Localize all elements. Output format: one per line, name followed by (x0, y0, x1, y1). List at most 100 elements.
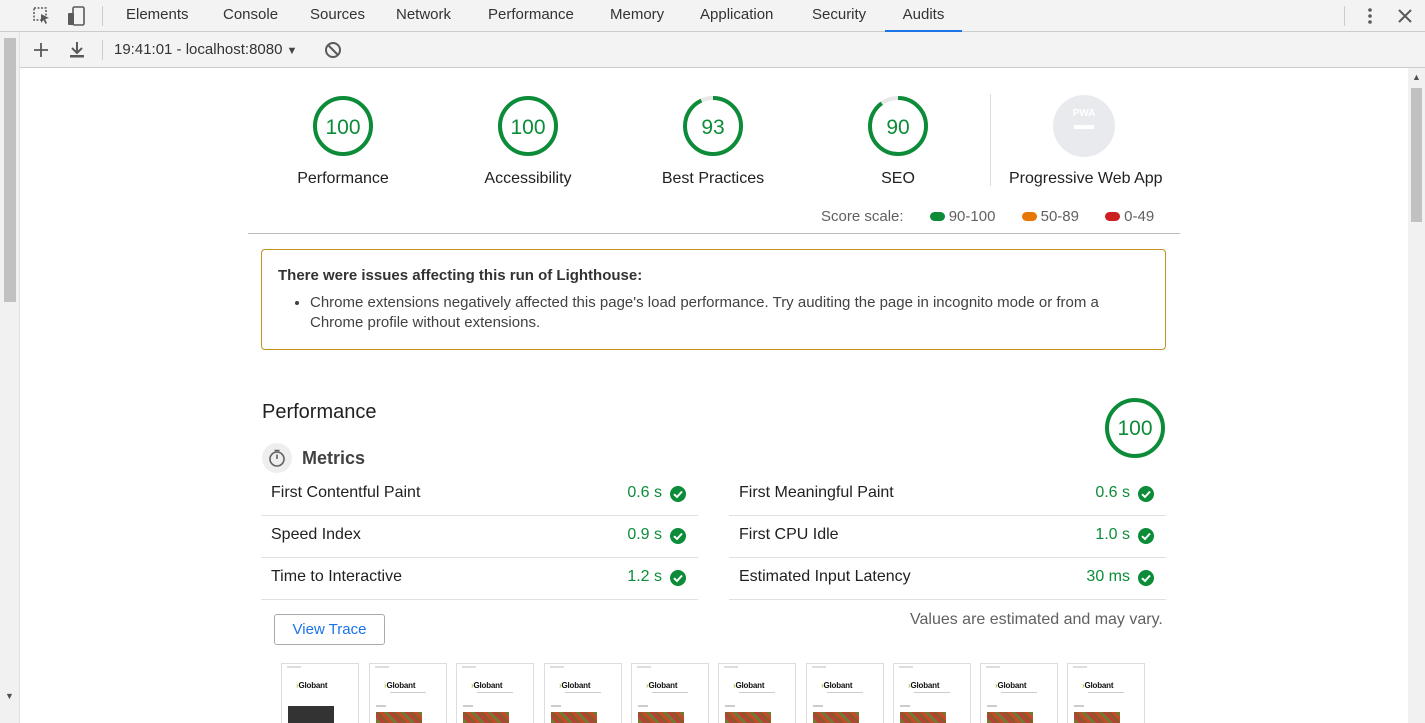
tab-application[interactable]: Application (690, 0, 783, 32)
pwa-divider (990, 94, 991, 186)
metric-value: 1.2 s (627, 568, 662, 585)
filmstrip-frame: ›Globant (806, 663, 884, 723)
lighthouse-report: 100 Performance 100 Accessibility 93 Bes… (21, 68, 1408, 723)
globant-logo: ›Globant (908, 681, 940, 690)
filmstrip-frame: ›Globant (369, 663, 447, 723)
metric-value: 0.6 s (627, 484, 662, 501)
gauge-label: Progressive Web App (1009, 170, 1163, 187)
tab-network[interactable]: Network (386, 0, 461, 32)
filmstrip-frame: ›Globant (718, 663, 796, 723)
gauge-pwa[interactable]: PWA Progressive Web App (1009, 94, 1163, 188)
report-selector[interactable]: 19:41:01 - localhost:8080 ▼ (114, 41, 297, 58)
toolbar-divider (1344, 6, 1345, 26)
gauge-best-practices[interactable]: 93 Best Practices (648, 94, 778, 188)
metric-value: 0.6 s (1095, 484, 1130, 501)
gauge-score: 100 (510, 116, 545, 139)
more-options-icon[interactable] (1360, 6, 1380, 26)
metric-row: Estimated Input Latency 30 ms (729, 558, 1166, 600)
pass-check-icon (670, 528, 686, 544)
report-scrollbar[interactable]: ▲ (1408, 68, 1425, 723)
metric-name: First CPU Idle (739, 526, 839, 543)
tab-memory[interactable]: Memory (600, 0, 674, 32)
close-icon[interactable] (1395, 6, 1415, 26)
toolbar-divider (102, 40, 103, 60)
tab-performance[interactable]: Performance (478, 0, 584, 32)
toolbar-divider (102, 6, 103, 26)
metric-name: First Meaningful Paint (739, 484, 894, 501)
estimate-note: Values are estimated and may vary. (910, 611, 1163, 628)
clear-all-icon[interactable] (323, 40, 343, 60)
performance-score-gauge: 100 (1105, 398, 1165, 458)
globant-logo: ›Globant (559, 681, 591, 690)
header-divider (248, 233, 1180, 234)
globant-logo: ›Globant (471, 681, 503, 690)
filmstrip-frame: ›Globant (980, 663, 1058, 723)
metric-row: First Meaningful Paint 0.6 s (729, 474, 1166, 516)
pass-check-icon (1138, 528, 1154, 544)
gauge-label: Accessibility (484, 170, 572, 187)
score-ring: 90 (868, 96, 928, 156)
tab-sources[interactable]: Sources (300, 0, 375, 32)
inspect-element-icon[interactable] (32, 6, 52, 26)
globant-logo: ›Globant (384, 681, 416, 690)
gauge-accessibility[interactable]: 100 Accessibility (463, 94, 593, 188)
gauge-label: Performance (297, 170, 389, 187)
warning-title: There were issues affecting this run of … (278, 267, 643, 284)
warning-list: Chrome extensions negatively affected th… (310, 293, 1149, 333)
metric-name: Estimated Input Latency (739, 568, 911, 585)
globant-logo: ›Globant (296, 681, 328, 690)
pass-check-icon (670, 570, 686, 586)
gauge-score: 90 (886, 116, 909, 139)
gauge-performance[interactable]: 100 Performance (278, 94, 408, 188)
new-audit-icon[interactable] (31, 40, 51, 60)
metric-name: First Contentful Paint (271, 484, 421, 501)
filmstrip-frame: ›Globant (281, 663, 359, 723)
pass-pill-icon (929, 211, 945, 221)
scroll-down-arrow-icon[interactable]: ▼ (5, 691, 14, 701)
globant-logo: ›Globant (821, 681, 853, 690)
performance-heading: Performance (262, 401, 377, 423)
metric-value: 0.9 s (627, 526, 662, 543)
pass-check-icon (670, 486, 686, 502)
scrollbar-thumb[interactable] (4, 38, 16, 302)
gauge-seo[interactable]: 90 SEO (833, 94, 963, 188)
filmstrip-frame: ›Globant (893, 663, 971, 723)
metric-row: Time to Interactive 1.2 s (261, 558, 698, 600)
globant-logo: ›Globant (733, 681, 765, 690)
metrics-heading: Metrics (302, 448, 366, 468)
pass-check-icon (1138, 570, 1154, 586)
filmstrip-frame: ›Globant (631, 663, 709, 723)
score-ring: 100 (498, 96, 558, 156)
tab-audits[interactable]: Audits (885, 0, 962, 32)
tab-security[interactable]: Security (802, 0, 876, 32)
tab-elements[interactable]: Elements (116, 0, 199, 32)
scrollbar-thumb[interactable] (1411, 88, 1422, 222)
download-icon[interactable] (67, 40, 87, 60)
tab-console[interactable]: Console (213, 0, 288, 32)
device-toolbar-icon[interactable] (66, 6, 86, 26)
fail-pill-icon (1105, 211, 1121, 221)
scroll-up-arrow-icon[interactable]: ▲ (1412, 72, 1421, 82)
gauge-label: SEO (881, 170, 915, 187)
globant-logo: ›Globant (995, 681, 1027, 690)
average-pill-icon (1021, 211, 1037, 221)
gauge-score: 93 (701, 116, 724, 139)
scale-average: 50-89 (1021, 208, 1079, 225)
score-scale-label: Score scale: (821, 208, 904, 225)
audits-toolbar: 19:41:01 - localhost:8080 ▼ (0, 32, 1425, 68)
devtools-tab-bar: Elements Console Sources Network Perform… (0, 0, 1425, 32)
gauge-score: 100 (325, 116, 360, 139)
dropdown-caret-icon: ▼ (286, 45, 298, 57)
scale-pass: 90-100 (929, 208, 995, 225)
filmstrip-frame: ›Globant (1067, 663, 1145, 723)
metric-row: First CPU Idle 1.0 s (729, 516, 1166, 558)
filmstrip-frame: ›Globant (544, 663, 622, 723)
scale-fail: 0-49 (1105, 208, 1154, 225)
metric-value: 30 ms (1086, 568, 1130, 585)
metric-name: Speed Index (271, 526, 361, 543)
metric-row: Speed Index 0.9 s (261, 516, 698, 558)
score-scale: Score scale: 90-100 50-89 0-49 (821, 208, 1154, 225)
pwa-badge-text: PWA (1073, 108, 1096, 119)
panel-scrollbar[interactable]: ▼ (0, 32, 20, 723)
view-trace-button[interactable]: View Trace (274, 614, 385, 645)
